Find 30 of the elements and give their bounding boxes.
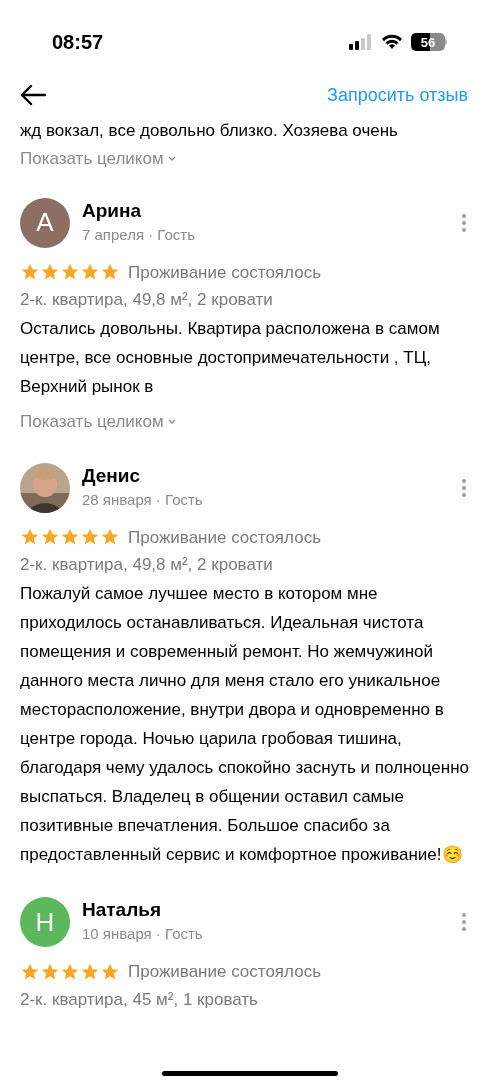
reviewer-name: Наталья bbox=[82, 898, 162, 922]
more-icon[interactable] bbox=[461, 477, 467, 498]
review-date: 7 апреля · Гость bbox=[82, 224, 196, 245]
review-date: 10 января · Гость bbox=[82, 924, 204, 944]
chevron-icon bbox=[167, 155, 176, 162]
back-arrow-icon[interactable] bbox=[20, 84, 46, 106]
review-date: 28 января · Гость bbox=[82, 489, 204, 510]
show-full-link[interactable]: Показать целиком bbox=[20, 146, 176, 172]
property-info: 2-к. квартира, 49,8 м², 2 кровати bbox=[20, 289, 274, 311]
review-text: жд вокзал, все довольно близко. Хозяева очень bbox=[20, 120, 399, 142]
signal-icon bbox=[349, 34, 373, 50]
more-icon[interactable] bbox=[461, 212, 467, 233]
show-full-link[interactable]: Показать целиком bbox=[20, 409, 176, 435]
wifi-icon bbox=[381, 34, 403, 50]
battery-level: 56 bbox=[411, 33, 445, 51]
avatar: А bbox=[20, 197, 70, 248]
property-info: 2-к. квартира, 45 м², 1 кровать bbox=[20, 988, 259, 1011]
chevron-icon bbox=[167, 418, 176, 425]
request-review-link[interactable]: Запросить отзыв bbox=[327, 81, 468, 109]
stay-status: Проживание состоялось bbox=[128, 526, 321, 549]
status-time: 08:57 bbox=[52, 30, 104, 55]
stay-status: Проживание состоялось bbox=[128, 961, 321, 983]
reviewer-name: Арина bbox=[82, 198, 143, 223]
review-text: Остались довольны. Квартира расположена в самом центре, все основные достопримечательности , ТЦ, Верхний рынок в bbox=[20, 318, 441, 398]
more-icon[interactable] bbox=[461, 912, 467, 932]
review-text: Пожалуй самое лучшее место в котором мне приходилось останавливаться. Идеальная чистота помещения и современный ремонт. Но жемчужиной данного места лично для меня стало его уникальное месторасположение, внутри двора и одновременно в центре города. Ночью царила гробовая тишина, благодаря чему удалось спокойно заснуть и полноценно выспаться. Владелец в общении оставил самые позитивные впечатления. Большое спасибо за предоставленный сервис и комфортное проживание!☺ bbox=[20, 583, 470, 866]
reviewer-name: Денис bbox=[82, 463, 142, 488]
property-info: 2-к. квартира, 49,8 м², 2 кровати bbox=[20, 554, 274, 576]
stay-status: Проживание состоялось bbox=[128, 261, 321, 284]
avatar: Н bbox=[20, 897, 70, 947]
